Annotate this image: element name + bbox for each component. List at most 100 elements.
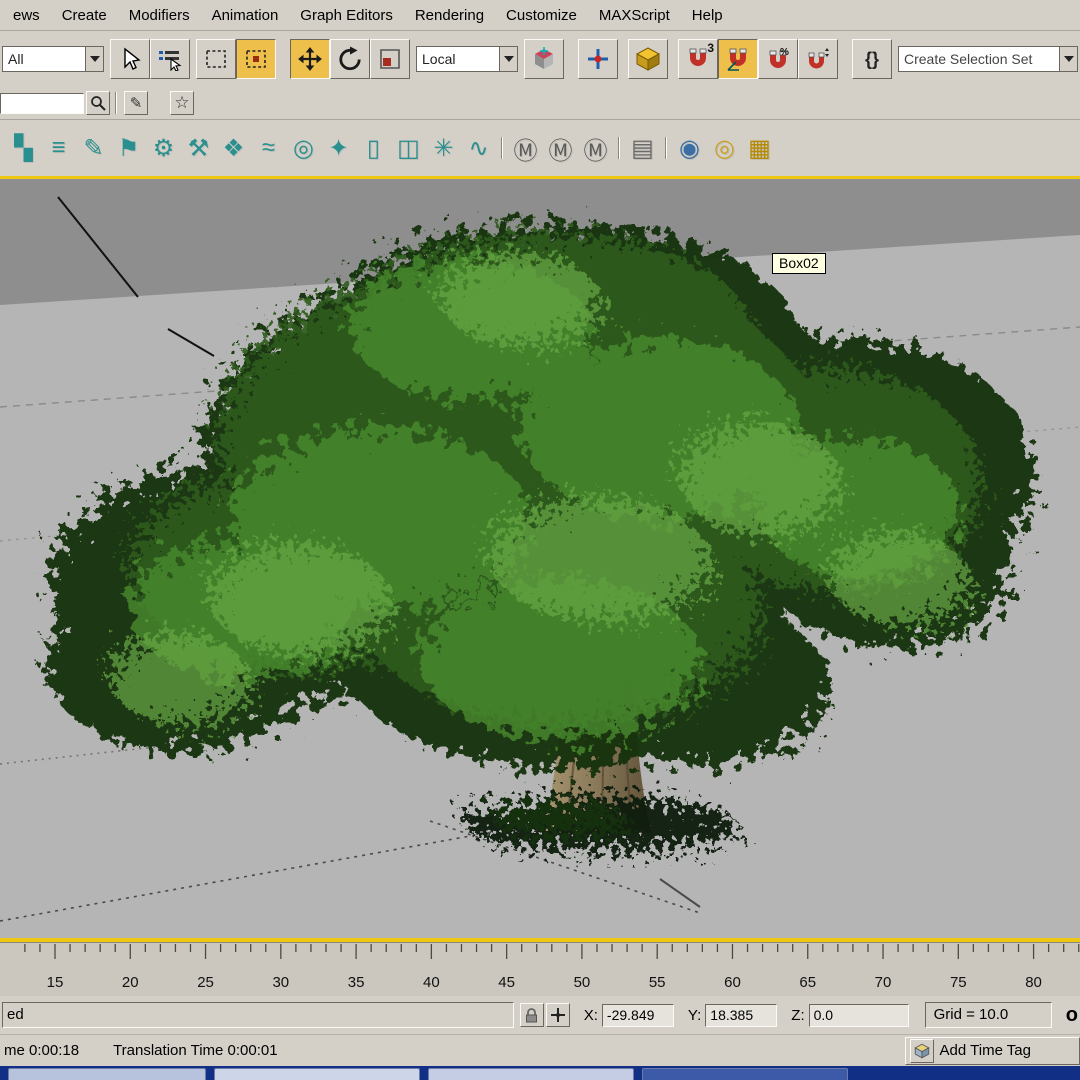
select-and-move-button[interactable] — [290, 39, 330, 79]
ring-icon[interactable]: ◎ — [707, 127, 742, 169]
taskbar-window-button[interactable] — [642, 1068, 848, 1080]
wheel-icon[interactable]: ✳ — [426, 127, 461, 169]
search-button[interactable] — [86, 91, 110, 115]
viewport[interactable]: Box02 — [0, 176, 1080, 942]
menu-item-create[interactable]: Create — [51, 3, 118, 28]
frame-label: 80 — [1025, 974, 1042, 991]
percent-snap-toggle-button[interactable]: % — [758, 39, 798, 79]
status-bar: ed X: Y: Z: Grid = 10.0 o — [0, 996, 1080, 1034]
pencil-button[interactable]: ✎ — [124, 91, 148, 115]
water-icon[interactable]: ≈ — [251, 127, 286, 169]
toolbar-separator — [501, 137, 503, 159]
chevron-down-icon[interactable] — [499, 47, 517, 71]
selection-filter-value: All — [8, 51, 24, 67]
toolbar-separator — [618, 137, 620, 159]
select-and-scale-button[interactable] — [370, 39, 410, 79]
pivot-center-icon — [535, 47, 553, 69]
menu-item-maxscript[interactable]: MAXScript — [588, 3, 681, 28]
menu-item-customize[interactable]: Customize — [495, 3, 588, 28]
select-object-button[interactable] — [110, 39, 150, 79]
prompt-line: ed — [2, 1002, 515, 1028]
frame-time-text: me 0:00:18 — [4, 1042, 80, 1059]
material-map-icon[interactable]: Ⓜ — [508, 127, 543, 169]
create-selection-set-value: Create Selection Set — [904, 51, 1033, 67]
favorites-button[interactable]: ☆ — [170, 91, 194, 115]
gear-icon[interactable]: ⚙ — [146, 127, 181, 169]
x-coordinate-field[interactable] — [601, 1003, 674, 1027]
y-coordinate-field[interactable] — [705, 1003, 778, 1027]
pencil-icon[interactable]: ✎ — [76, 127, 111, 169]
frame-label: 20 — [122, 974, 139, 991]
taskbar-window-button[interactable] — [428, 1068, 634, 1080]
spinner-snap-magnet-icon — [808, 48, 829, 69]
selection-filter-dropdown[interactable]: All — [2, 46, 104, 72]
spring-icon[interactable]: ≡ — [41, 127, 76, 169]
menu-item-animation[interactable]: Animation — [201, 3, 290, 28]
frame-label: 70 — [875, 974, 892, 991]
film-icon[interactable]: ▦ — [742, 127, 777, 169]
lock-icon — [526, 1008, 538, 1023]
material-ball-icon[interactable]: Ⓜ — [543, 127, 578, 169]
menu-bar: ews Create Modifiers Animation Graph Editors… — [0, 0, 1080, 30]
menu-item-help[interactable]: Help — [681, 3, 734, 28]
menu-item-rendering[interactable]: Rendering — [404, 3, 495, 28]
hammer-icon[interactable]: ⚒ — [181, 127, 216, 169]
menu-item-ews[interactable]: ews — [2, 3, 51, 28]
menu-item-graph-editors[interactable]: Graph Editors — [289, 3, 404, 28]
rotate-icon — [339, 46, 361, 71]
add-time-tag[interactable]: Add Time Tag — [940, 1042, 1031, 1059]
frame-label: 40 — [423, 974, 440, 991]
angle-snap-toggle-button[interactable] — [718, 39, 758, 79]
rect-region-icon — [206, 50, 226, 68]
ruler-ticks: 15 20 25 30 35 40 45 50 55 60 65 70 75 80 — [24, 944, 1080, 991]
chevron-down-icon[interactable] — [1059, 47, 1077, 71]
time-tag-button[interactable] — [909, 1038, 934, 1063]
snap-3d-toggle-button[interactable]: 3 — [678, 39, 718, 79]
chevron-down-icon[interactable] — [85, 47, 103, 71]
extras-toolbar: ▚ ≡ ✎ ⚑ ⚙ ⚒ ❖ ≈ ◎ ✦ ▯ ◫ ✳ ∿ Ⓜ Ⓜ Ⓜ ▤ ◉ ◎ ▦ — [0, 119, 1080, 176]
reference-coordinate-dropdown[interactable]: Local — [416, 46, 518, 72]
clipboard-icon[interactable]: ▤ — [625, 127, 660, 169]
grid-setting: Grid = 10.0 — [924, 1002, 1052, 1028]
create-selection-set-dropdown[interactable]: Create Selection Set — [898, 46, 1078, 72]
absolute-offset-toggle[interactable] — [545, 1003, 570, 1027]
partial-right-text: o — [1065, 1003, 1078, 1026]
flag-icon[interactable]: ⚑ — [111, 127, 146, 169]
door-icon[interactable]: ▯ — [356, 127, 391, 169]
rect-selection-region-button[interactable] — [196, 39, 236, 79]
material-swirl-icon[interactable]: Ⓜ — [578, 127, 613, 169]
taskbar-window-button[interactable] — [214, 1068, 420, 1080]
time-status-row: me 0:00:18 Translation Time 0:00:01 Add … — [0, 1034, 1080, 1066]
menu-item-modifiers[interactable]: Modifiers — [118, 3, 201, 28]
manipulate-icon — [588, 49, 608, 69]
spinner-snap-toggle-button[interactable] — [798, 39, 838, 79]
edit-named-selection-sets-button[interactable]: {} — [852, 39, 892, 79]
selection-lock-button[interactable] — [520, 1003, 544, 1027]
scale-icon — [380, 49, 400, 69]
window-crossing-toggle[interactable] — [236, 39, 276, 79]
select-by-name-button[interactable] — [150, 39, 190, 79]
rigid-body-collection-icon[interactable]: ▚ — [6, 127, 41, 169]
use-pivot-point-center-button[interactable] — [524, 39, 564, 79]
rings-icon[interactable]: ◎ — [286, 127, 321, 169]
percent-snap-magnet-icon: % — [769, 47, 789, 68]
x-label: X: — [583, 1006, 598, 1024]
figure-icon[interactable]: ✦ — [321, 127, 356, 169]
snaps-toggle-cube-button[interactable] — [628, 39, 668, 79]
taskbar-window-button[interactable] — [8, 1068, 206, 1080]
frame-label: 65 — [799, 974, 816, 991]
rope-icon[interactable]: ∿ — [461, 127, 496, 169]
time-tag-panel: Add Time Tag — [904, 1036, 1080, 1065]
fan-icon[interactable]: ❖ — [216, 127, 251, 169]
tree-foliage — [45, 224, 1035, 769]
toolbar-separator — [665, 137, 667, 159]
window-icon[interactable]: ◫ — [391, 127, 426, 169]
search-sphere-icon[interactable]: ◉ — [672, 127, 707, 169]
y-label: Y: — [687, 1006, 702, 1024]
z-coordinate-field[interactable] — [808, 1003, 909, 1027]
search-input[interactable] — [0, 92, 84, 114]
select-and-manipulate-button[interactable] — [578, 39, 618, 79]
select-and-rotate-button[interactable] — [330, 39, 370, 79]
snap-cube-icon — [635, 47, 661, 71]
timeline-ruler[interactable]: 15 20 25 30 35 40 45 50 55 60 65 70 75 80 — [0, 942, 1080, 996]
